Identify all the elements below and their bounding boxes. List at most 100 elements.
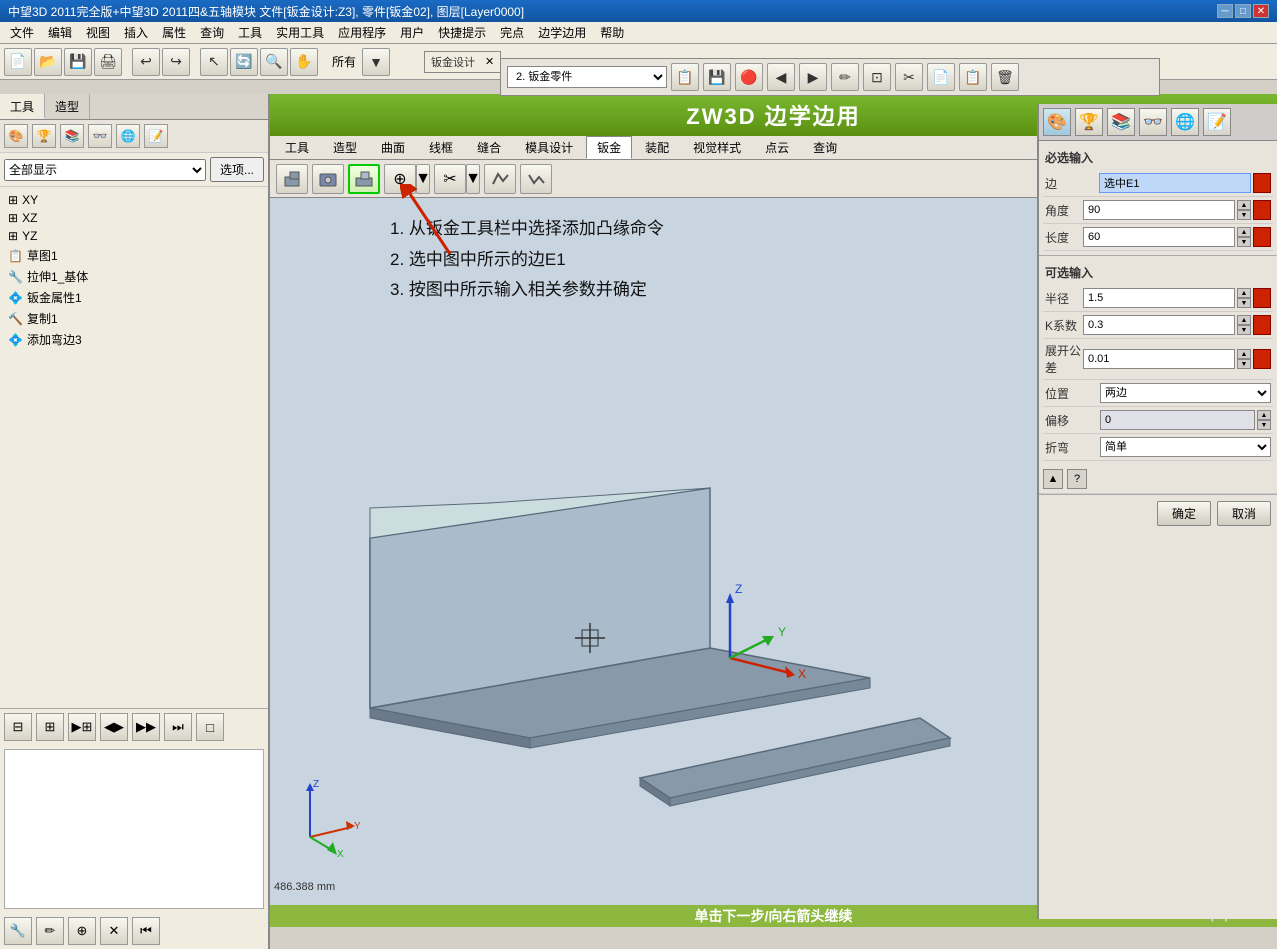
- open-btn[interactable]: 📂: [34, 48, 62, 76]
- rp-icon-book[interactable]: 📚: [1107, 108, 1135, 136]
- menu-tools[interactable]: 工具: [232, 22, 268, 43]
- tree-item-xy[interactable]: ⊞ XY: [4, 191, 264, 209]
- rp-icon-color[interactable]: 🎨: [1043, 108, 1071, 136]
- menu-user[interactable]: 用户: [394, 22, 430, 43]
- options-btn[interactable]: 选项...: [210, 157, 264, 182]
- menu-properties[interactable]: 属性: [156, 22, 192, 43]
- rp-icon-globe[interactable]: 🌐: [1171, 108, 1199, 136]
- menu-edit[interactable]: 编辑: [42, 22, 78, 43]
- sm-btn-fold[interactable]: [520, 164, 552, 194]
- menu-query[interactable]: 查询: [194, 22, 230, 43]
- menu-tips[interactable]: 快捷提示: [432, 22, 492, 43]
- offset-input[interactable]: [1100, 410, 1255, 430]
- position-select[interactable]: 两边 内侧 外侧: [1100, 383, 1271, 403]
- length-input[interactable]: [1083, 227, 1235, 247]
- bottom-btn5[interactable]: ▶▶: [132, 713, 160, 741]
- bottom-btn4[interactable]: ◀▶: [100, 713, 128, 741]
- select-btn[interactable]: ↖: [200, 48, 228, 76]
- tolerance-input[interactable]: [1083, 349, 1235, 369]
- offset-spin-up[interactable]: ▲: [1257, 410, 1271, 420]
- panel-btn9[interactable]: 📄: [927, 63, 955, 91]
- sec-tab-pointcloud[interactable]: 点云: [754, 136, 800, 159]
- panel-btn2[interactable]: 💾: [703, 63, 731, 91]
- expand-icon-help[interactable]: ?: [1067, 469, 1087, 489]
- tree-item-sheetprop[interactable]: 💠 钣金属性1: [4, 287, 264, 308]
- confirm-btn[interactable]: 确定: [1157, 501, 1211, 526]
- kfactor-spin-up[interactable]: ▲: [1237, 315, 1251, 325]
- tree-item-xz[interactable]: ⊞ XZ: [4, 209, 264, 227]
- tolerance-spin-down[interactable]: ▼: [1237, 359, 1251, 369]
- tolerance-red-btn[interactable]: [1253, 349, 1271, 369]
- rp-icon-glasses[interactable]: 👓: [1139, 108, 1167, 136]
- rp-icon-edit[interactable]: 📝: [1203, 108, 1231, 136]
- sec-tab-mold[interactable]: 模具设计: [514, 136, 584, 159]
- panel-btn10[interactable]: 📋: [959, 63, 987, 91]
- sidebar-tab-shape[interactable]: 造型: [45, 94, 90, 119]
- menu-help[interactable]: 帮助: [594, 22, 630, 43]
- tree-item-extrude1[interactable]: 🔧 拉伸1_基体: [4, 266, 264, 287]
- sec-tab-sew[interactable]: 缝合: [466, 136, 512, 159]
- offset-spin-down[interactable]: ▼: [1257, 420, 1271, 430]
- expand-icon-up[interactable]: ▲: [1043, 469, 1063, 489]
- sm-btn2[interactable]: [312, 164, 344, 194]
- tree-item-sketch1[interactable]: 📋 草图1: [4, 245, 264, 266]
- maximize-btn[interactable]: □: [1235, 4, 1251, 18]
- minimize-btn[interactable]: ─: [1217, 4, 1233, 18]
- sidebar-btn1[interactable]: 🎨: [4, 124, 28, 148]
- radius-spin-up[interactable]: ▲: [1237, 288, 1251, 298]
- menu-app[interactable]: 应用程序: [332, 22, 392, 43]
- bottom-btn7[interactable]: □: [196, 713, 224, 741]
- kfactor-red-btn[interactable]: [1253, 315, 1271, 335]
- sidebar-btn2[interactable]: 🏆: [32, 124, 56, 148]
- pan-btn[interactable]: ✋: [290, 48, 318, 76]
- sheet-combo[interactable]: 2. 钣金零件: [507, 66, 667, 88]
- menu-points[interactable]: 完点: [494, 22, 530, 43]
- sm-btn-cut-drop[interactable]: ▼: [466, 164, 480, 194]
- sec-tab-sheetmetal[interactable]: 钣金: [586, 136, 632, 159]
- sec-tab-assembly[interactable]: 装配: [634, 136, 680, 159]
- tree-item-copy1[interactable]: 🔨 复制1: [4, 308, 264, 329]
- panel-btn6[interactable]: ✏: [831, 63, 859, 91]
- print-btn[interactable]: 🖨: [94, 48, 122, 76]
- panel-btn5[interactable]: ▶: [799, 63, 827, 91]
- length-spin-up[interactable]: ▲: [1237, 227, 1251, 237]
- sm-btn-unfold[interactable]: [484, 164, 516, 194]
- sec-tab-shape[interactable]: 造型: [322, 136, 368, 159]
- new-btn[interactable]: 📄: [4, 48, 32, 76]
- radius-red-btn[interactable]: [1253, 288, 1271, 308]
- bottom-btn8[interactable]: 🔧: [4, 917, 32, 945]
- scope-selector[interactable]: 全部显示: [4, 159, 206, 181]
- kfactor-input[interactable]: [1083, 315, 1235, 335]
- length-spin-down[interactable]: ▼: [1237, 237, 1251, 247]
- bottom-btn10[interactable]: ⊕: [68, 917, 96, 945]
- panel-btn1[interactable]: 📋: [671, 63, 699, 91]
- edge-input[interactable]: [1099, 173, 1251, 193]
- bottom-btn9[interactable]: ✏: [36, 917, 64, 945]
- close-btn[interactable]: ✕: [1253, 4, 1269, 18]
- bottom-btn2[interactable]: ⊞: [36, 713, 64, 741]
- menu-learn[interactable]: 边学边用: [532, 22, 592, 43]
- bottom-btn11[interactable]: ✕: [100, 917, 128, 945]
- panel-close-x[interactable]: ✕: [485, 55, 494, 68]
- menu-insert[interactable]: 插入: [118, 22, 154, 43]
- sm-btn-flange[interactable]: [348, 164, 380, 194]
- panel-btn11[interactable]: 🗑: [991, 63, 1019, 91]
- radius-spin-down[interactable]: ▼: [1237, 298, 1251, 308]
- save-btn[interactable]: 💾: [64, 48, 92, 76]
- tree-item-addbend3[interactable]: 💠 添加弯边3: [4, 329, 264, 350]
- rp-icon-trophy[interactable]: 🏆: [1075, 108, 1103, 136]
- bottom-btn1[interactable]: ⊟: [4, 713, 32, 741]
- angle-input[interactable]: [1083, 200, 1235, 220]
- panel-btn3[interactable]: 🔴: [735, 63, 763, 91]
- redo-btn[interactable]: ↪: [162, 48, 190, 76]
- sidebar-tab-tools[interactable]: 工具: [0, 94, 45, 119]
- length-red-btn[interactable]: [1253, 227, 1271, 247]
- bend-select[interactable]: 简单 圆弧: [1100, 437, 1271, 457]
- kfactor-spin-down[interactable]: ▼: [1237, 325, 1251, 335]
- bottom-btn3[interactable]: ▶⊞: [68, 713, 96, 741]
- tolerance-spin-up[interactable]: ▲: [1237, 349, 1251, 359]
- panel-btn4[interactable]: ◀: [767, 63, 795, 91]
- angle-red-btn[interactable]: [1253, 200, 1271, 220]
- undo-btn[interactable]: ↩: [132, 48, 160, 76]
- sec-tab-wireframe[interactable]: 线框: [418, 136, 464, 159]
